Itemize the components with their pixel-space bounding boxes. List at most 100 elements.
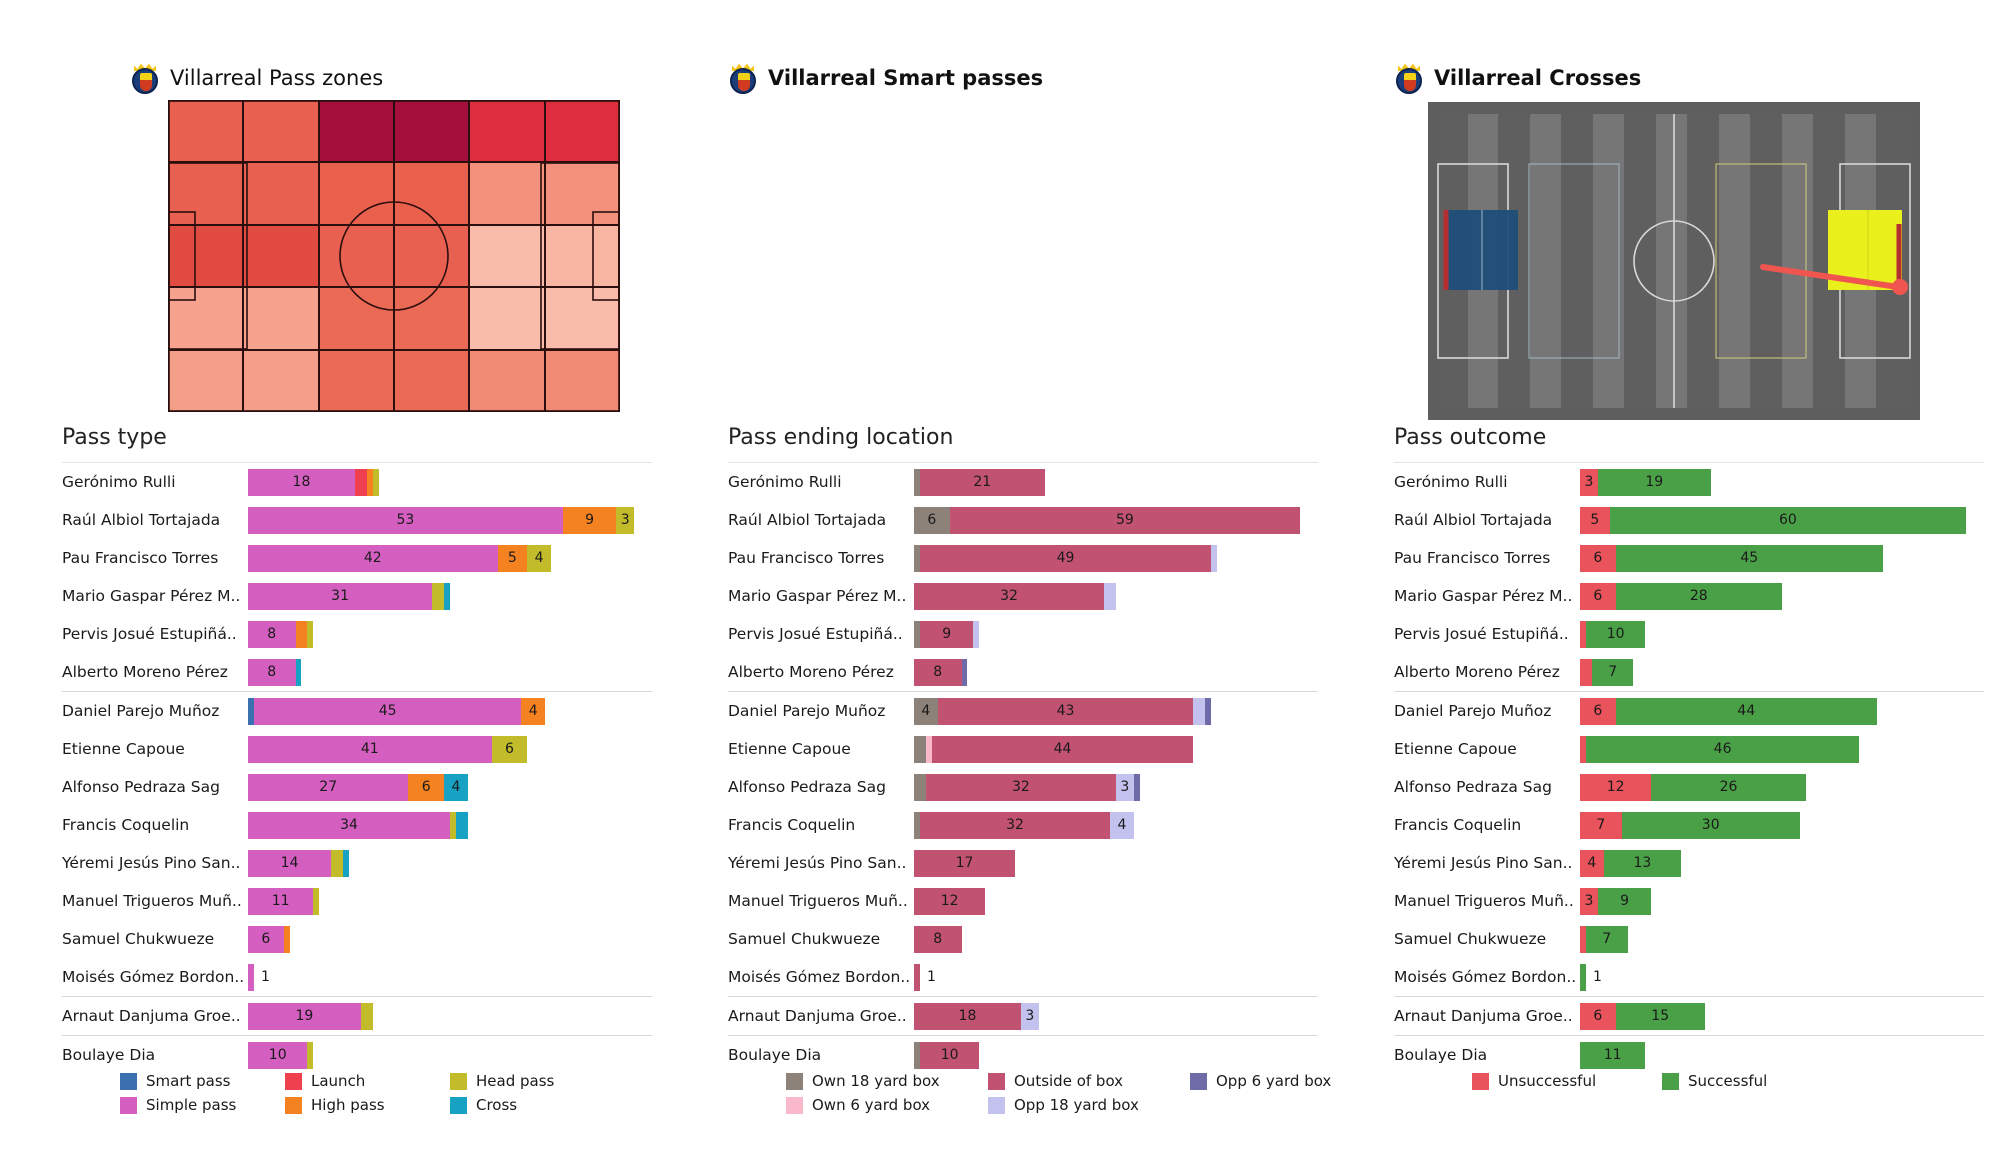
- bar-segment: 10: [248, 1041, 308, 1069]
- heatmap-cell: [318, 349, 394, 412]
- table-row: Manuel Trigueros Muñ.. 12: [728, 882, 1318, 920]
- legend-swatch: [1662, 1072, 1679, 1090]
- player-name-label: Boulaye Dia: [62, 1046, 156, 1064]
- bar-segment: 43: [937, 697, 1194, 725]
- heatmap-cell: [168, 287, 244, 350]
- stacked-bar: 18 3: [914, 1002, 1039, 1030]
- bar-segment: 9: [1597, 887, 1652, 915]
- table-row: Moisés Gómez Bordon.. 1: [62, 958, 652, 996]
- player-name-label: Etienne Capoue: [1394, 740, 1517, 758]
- legend-item: Outside of box: [988, 1072, 1160, 1090]
- table-row: Boulaye Dia 11: [1394, 1035, 1984, 1074]
- heatmap-cell: [469, 349, 545, 412]
- bar-segment: [295, 658, 302, 686]
- bar-segment: 44: [931, 735, 1194, 763]
- heatmap-cell: [544, 287, 620, 350]
- player-name-label: Alfonso Pedraza Sag: [62, 778, 220, 796]
- table-row: Raúl Albiol Tortajada 5 60: [1394, 501, 1984, 539]
- legend-label: High pass: [311, 1096, 385, 1114]
- bar-segment: 9: [919, 620, 974, 648]
- table-row: Raúl Albiol Tortajada 53 9 3: [62, 501, 652, 539]
- heatmap-cell: [394, 287, 470, 350]
- player-name-label: Arnaut Danjuma Groe..: [62, 1007, 241, 1025]
- player-name-label: Arnaut Danjuma Groe..: [728, 1007, 907, 1025]
- table-row: Etienne Capoue 46: [1394, 730, 1984, 768]
- bar-segment: 6: [1580, 697, 1616, 725]
- stacked-bar: [1580, 963, 1586, 991]
- table-row: Manuel Trigueros Muñ.. 11: [62, 882, 652, 920]
- villarreal-crest-icon: [728, 62, 758, 94]
- stacked-bar: [248, 963, 254, 991]
- player-name-label: Manuel Trigueros Muñ..: [62, 892, 242, 910]
- bar-segment: [1580, 963, 1586, 991]
- stacked-bar: 7: [1580, 925, 1628, 953]
- table-row: Alfonso Pedraza Sag 32 3: [728, 768, 1318, 806]
- stacked-bar: 5 60: [1580, 506, 1967, 534]
- stacked-bar: 8: [914, 925, 962, 953]
- stacked-bar: 49: [914, 544, 1217, 572]
- bar-segment: 6: [408, 773, 445, 801]
- table-row: Boulaye Dia 10: [62, 1035, 652, 1074]
- stacked-bar: 32 3: [914, 773, 1140, 801]
- heatmap-cell: [544, 162, 620, 225]
- bar-segment: 3: [1115, 773, 1134, 801]
- bar-segment: 6: [914, 506, 950, 534]
- stacked-bar: 12 26: [1580, 773, 1806, 801]
- bar-segment: 6: [1580, 582, 1616, 610]
- legend-label: Unsuccessful: [1498, 1072, 1597, 1090]
- bar-segment: [1133, 773, 1140, 801]
- pass-zones-heatmap: [168, 100, 620, 412]
- bar-segment: 7: [1580, 811, 1622, 839]
- bar-segment: 19: [248, 1002, 361, 1030]
- bar-segment: 9: [562, 506, 617, 534]
- table-row: Pervis Josué Estupiñá.. 8: [62, 615, 652, 653]
- table-row: Mario Gaspar Pérez M.. 32: [728, 577, 1318, 615]
- player-name-label: Etienne Capoue: [62, 740, 185, 758]
- player-name-label: Raúl Albiol Tortajada: [62, 511, 221, 529]
- bar-segment: 45: [1615, 544, 1883, 572]
- stacked-bar: 7 30: [1580, 811, 1800, 839]
- table-row: Francis Coquelin 7 30: [1394, 806, 1984, 844]
- stacked-bar: 8: [914, 658, 968, 686]
- table-row: Raúl Albiol Tortajada 6 59: [728, 501, 1318, 539]
- heatmap-cell: [394, 100, 470, 163]
- legend-item: Head pass: [450, 1072, 585, 1090]
- stacked-bar: 14: [248, 849, 349, 877]
- pass-type-legend: Smart pass Launch Head pass Simple pass High…: [120, 1072, 585, 1114]
- bar-segment: 6: [1580, 1002, 1616, 1030]
- legend-swatch: [786, 1072, 803, 1090]
- bar-segment: 8: [248, 658, 296, 686]
- bar-segment: [914, 773, 926, 801]
- bar-segment: 3: [1580, 887, 1598, 915]
- player-name-label: Pau Francisco Torres: [728, 549, 885, 567]
- table-row: Arnaut Danjuma Groe.. 18 3: [728, 996, 1318, 1035]
- heatmap-cell: [469, 224, 545, 288]
- bar-segment: 5: [1580, 506, 1610, 534]
- table-row: Francis Coquelin 32 4: [728, 806, 1318, 844]
- player-name-label: Gerónimo Rulli: [62, 473, 176, 491]
- bar-segment: 4: [1580, 849, 1604, 877]
- bar-segment: 30: [1621, 811, 1800, 839]
- heatmap-cell: [318, 224, 394, 288]
- table-row: Yéremi Jesús Pino San.. 4 13: [1394, 844, 1984, 882]
- bar-value-label: 1: [260, 969, 270, 985]
- table-row: Arnaut Danjuma Groe.. 6 15: [1394, 996, 1984, 1035]
- stacked-bar: 10: [248, 1041, 314, 1069]
- bar-segment: [1104, 582, 1116, 610]
- panel-pass-zones: Villarreal Pass zones Pass type Gerónimo…: [0, 0, 666, 1175]
- stacked-bar: 7: [1580, 658, 1634, 686]
- player-name-label: Francis Coquelin: [1394, 816, 1522, 834]
- player-name-label: Manuel Trigueros Muñ..: [1394, 892, 1574, 910]
- bar-segment: 15: [1615, 1002, 1705, 1030]
- panel-smart-passes: Villarreal Smart passes Pass ending loca…: [666, 0, 1920, 1175]
- legend-label: Opp 18 yard box: [1014, 1096, 1139, 1114]
- table-row: Manuel Trigueros Muñ.. 3 9: [1394, 882, 1984, 920]
- legend-swatch: [450, 1096, 467, 1114]
- stacked-bar: 4 13: [1580, 849, 1681, 877]
- legend-item: High pass: [285, 1096, 420, 1114]
- heatmap-cell: [243, 100, 319, 163]
- heatmap-cell: [544, 100, 620, 163]
- table-row: Alberto Moreno Pérez 7: [1394, 653, 1984, 691]
- table-row: Pervis Josué Estupiñá.. 10: [1394, 615, 1984, 653]
- bar-segment: [914, 963, 920, 991]
